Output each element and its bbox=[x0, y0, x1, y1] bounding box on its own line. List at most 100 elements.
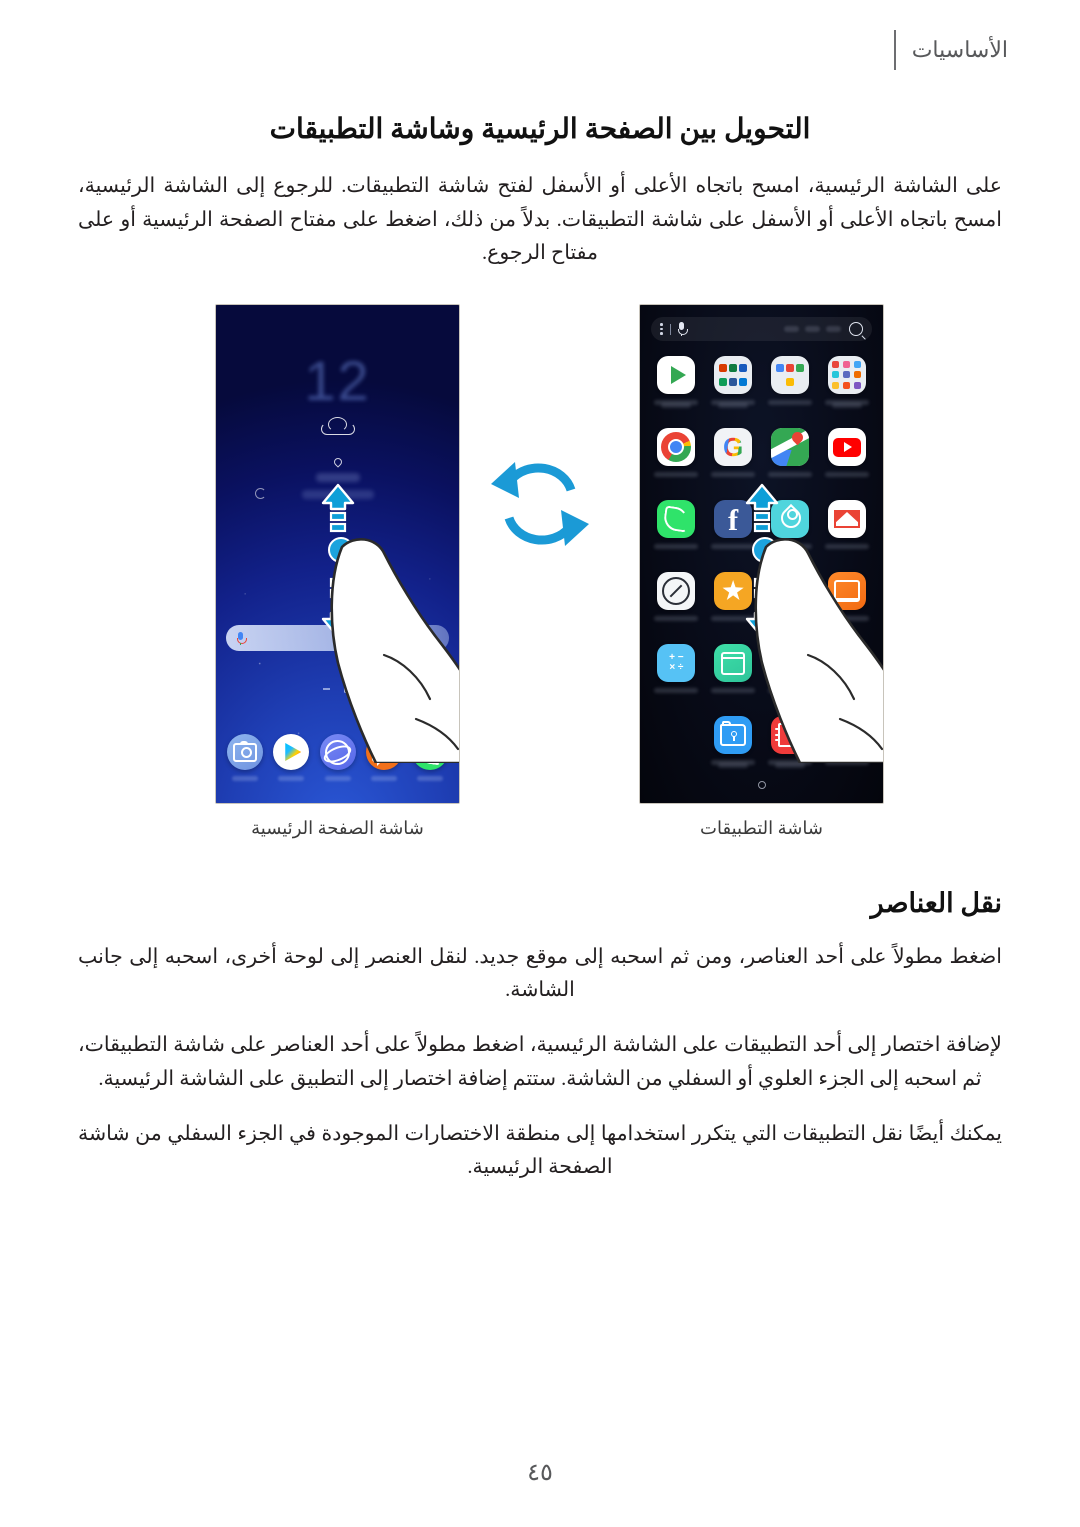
secure-folder-icon bbox=[714, 716, 753, 754]
app-item-settings[interactable] bbox=[762, 641, 819, 713]
calculator-icon: + − × ÷ bbox=[657, 644, 696, 682]
app-item-orange-app[interactable] bbox=[818, 569, 875, 641]
paragraph-block-3: يمكنك أيضًا نقل التطبيقات التي يتكرر است… bbox=[78, 1118, 1002, 1184]
app-item-samsung-health[interactable] bbox=[762, 497, 819, 569]
dock-item-camera[interactable] bbox=[223, 734, 267, 781]
caption-apps-screen: شاشة التطبيقات bbox=[700, 818, 823, 838]
play-store-icon bbox=[273, 734, 310, 770]
music-icon: ♪ bbox=[827, 716, 866, 754]
page-title: التحويل بين الصفحة الرئيسية وشاشة التطبي… bbox=[269, 114, 811, 145]
galaxy-store-icon bbox=[714, 572, 753, 610]
clock-widget[interactable]: 12 bbox=[216, 353, 459, 409]
app-grid: G f + − × ÷ ♪ bbox=[648, 353, 875, 785]
search-bar-divider bbox=[669, 323, 671, 335]
app-item-calculator[interactable]: + − × ÷ bbox=[648, 641, 705, 713]
app-label bbox=[767, 688, 812, 693]
app-label bbox=[767, 544, 812, 549]
dock-label bbox=[278, 776, 305, 781]
weather-widget[interactable] bbox=[216, 417, 459, 435]
app-item-gmail[interactable] bbox=[818, 497, 875, 569]
phone-icon bbox=[657, 500, 696, 538]
app-item-galaxy-store[interactable] bbox=[705, 569, 762, 641]
app-item-youtube[interactable] bbox=[818, 425, 875, 497]
body-paragraph: لإضافة اختصار إلى أحد التطبيقات على الشا… bbox=[78, 1034, 1002, 1090]
caption-home-screen: شاشة الصفحة الرئيسية bbox=[251, 818, 424, 838]
folder-icon bbox=[714, 356, 753, 394]
weather-city-text bbox=[315, 473, 360, 482]
page-dot-home[interactable] bbox=[344, 685, 352, 693]
app-label bbox=[654, 616, 699, 621]
app-item-blue-app[interactable] bbox=[762, 569, 819, 641]
notes-icon bbox=[770, 716, 809, 754]
app-label bbox=[824, 616, 869, 621]
app-slot-empty bbox=[818, 641, 875, 713]
app-item-play-store[interactable] bbox=[648, 353, 705, 425]
figure-screens: G f + − × ÷ ♪ 12 bbox=[78, 304, 1002, 804]
app-item-secure-folder[interactable] bbox=[705, 713, 762, 785]
intro-paragraph-block: على الشاشة الرئيسية، امسح باتجاه الأعلى … bbox=[78, 170, 1002, 270]
app-item-calendar[interactable] bbox=[705, 641, 762, 713]
intro-paragraph: على الشاشة الرئيسية، امسح باتجاه الأعلى … bbox=[78, 175, 1002, 264]
app-item-chrome[interactable] bbox=[648, 425, 705, 497]
refresh-icon[interactable] bbox=[255, 488, 266, 499]
app-item-play-music[interactable]: ♪ bbox=[818, 713, 875, 785]
home-dock bbox=[223, 734, 452, 781]
health-icon bbox=[770, 500, 809, 538]
app-label bbox=[767, 760, 812, 765]
microphone-icon[interactable] bbox=[677, 322, 688, 336]
app-label bbox=[711, 760, 756, 765]
app-item-maps[interactable] bbox=[762, 425, 819, 497]
dock-item-messages[interactable] bbox=[362, 734, 406, 781]
page-content: التحويل بين الصفحة الرئيسية وشاشة التطبي… bbox=[0, 0, 1080, 1184]
app-label bbox=[824, 472, 869, 477]
app-label bbox=[824, 400, 869, 405]
more-options-icon[interactable] bbox=[660, 322, 663, 336]
google-search-bar[interactable] bbox=[226, 625, 449, 651]
swap-arrows-icon bbox=[485, 454, 595, 554]
search-placeholder-text bbox=[784, 326, 841, 332]
apps-search-bar[interactable] bbox=[651, 317, 872, 341]
search-icon[interactable] bbox=[849, 322, 863, 336]
figure-captions: شاشة التطبيقات شاشة الصفحة الرئيسية bbox=[78, 818, 1002, 848]
gmail-icon bbox=[827, 500, 866, 538]
moving-items-section: نقل العناصر اضغط مطولاً على أحد العناصر،… bbox=[78, 888, 1002, 1184]
hand-icon bbox=[324, 533, 459, 763]
app-label bbox=[654, 688, 699, 693]
app-label bbox=[711, 472, 756, 477]
app-label bbox=[654, 400, 699, 405]
app-item-google-folder[interactable] bbox=[762, 353, 819, 425]
home-page-indicator bbox=[216, 685, 459, 693]
app-item-facebook[interactable]: f bbox=[705, 497, 762, 569]
maps-icon bbox=[770, 428, 809, 466]
globe-icon bbox=[319, 734, 356, 770]
message-bubble-icon bbox=[365, 734, 402, 770]
dock-item-internet[interactable] bbox=[316, 734, 360, 781]
app-item-samsung-notes[interactable] bbox=[762, 713, 819, 785]
calendar-icon bbox=[714, 644, 753, 682]
location-pin-icon bbox=[216, 456, 459, 468]
page-number: ٤٥ bbox=[527, 1460, 553, 1486]
app-item-microsoft-folder[interactable] bbox=[705, 353, 762, 425]
dock-item-phone[interactable] bbox=[408, 734, 452, 781]
dock-item-play-store[interactable] bbox=[269, 734, 313, 781]
app-label bbox=[654, 544, 699, 549]
home-screen-phone: 12 bbox=[215, 304, 460, 804]
paragraph-block-1: اضغط مطولاً على أحد العناصر، ومن ثم اسحب… bbox=[78, 941, 1002, 1007]
app-item-clock[interactable] bbox=[648, 569, 705, 641]
app-item-phone[interactable] bbox=[648, 497, 705, 569]
folder-icon bbox=[827, 356, 866, 394]
dock-label bbox=[417, 776, 443, 781]
app-label bbox=[767, 616, 812, 621]
dock-label bbox=[324, 776, 351, 781]
microphone-icon[interactable] bbox=[236, 631, 247, 645]
gesture-overlay bbox=[216, 305, 459, 803]
home-screen: 12 bbox=[216, 305, 459, 803]
page-dot[interactable] bbox=[323, 688, 330, 690]
phone-icon bbox=[412, 734, 448, 770]
app-label bbox=[767, 400, 812, 405]
app-label bbox=[824, 760, 869, 765]
app-item-google[interactable]: G bbox=[705, 425, 762, 497]
app-label bbox=[824, 544, 869, 549]
app-item-samsung-folder[interactable] bbox=[818, 353, 875, 425]
chrome-icon bbox=[657, 428, 696, 466]
